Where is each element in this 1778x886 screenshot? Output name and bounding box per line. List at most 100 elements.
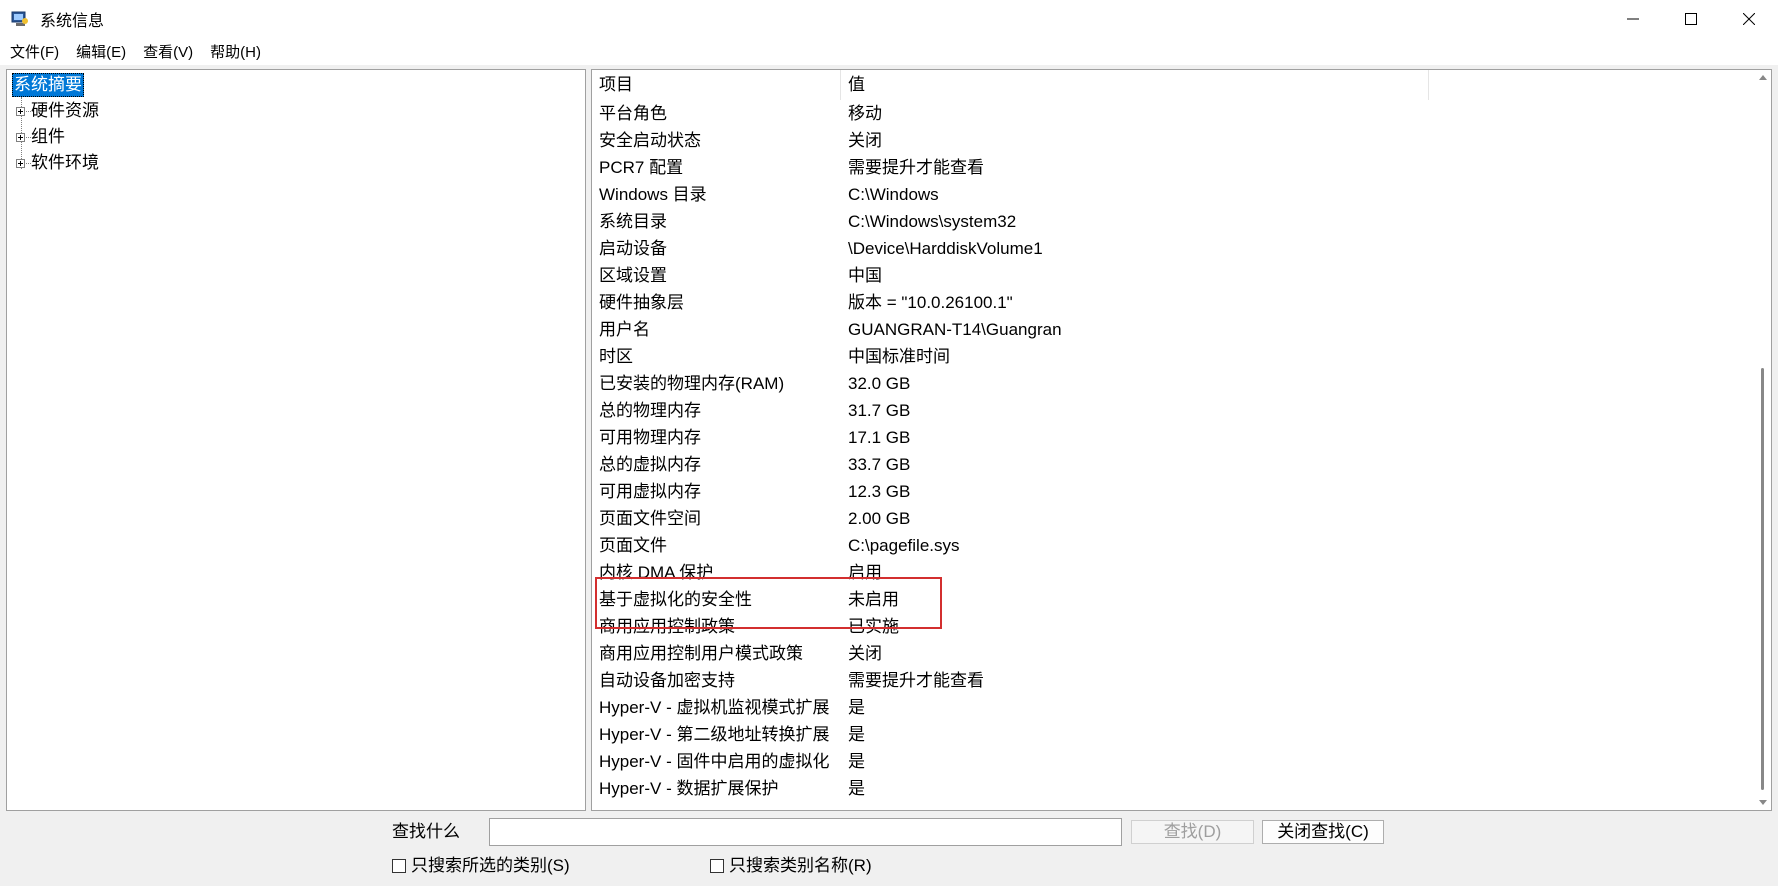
search-category-names-label: 只搜索类别名称(R): [729, 856, 872, 875]
find-button[interactable]: 查找(D): [1131, 820, 1254, 844]
table-row[interactable]: 安全启动状态 关闭: [592, 127, 1752, 154]
vertical-scrollbar[interactable]: [1755, 70, 1771, 810]
row-item: 总的物理内存: [599, 401, 701, 420]
list-rows: 平台角色 移动 安全启动状态 关闭 PCR7 配置 需要提升才能查看 Windows 目录 C…: [592, 100, 1752, 802]
row-item: 用户名: [599, 320, 650, 339]
minimize-button[interactable]: [1604, 0, 1662, 37]
tree-item-hardware-resources[interactable]: 硬件资源: [31, 99, 99, 123]
row-item: Windows 目录: [599, 185, 707, 204]
table-row[interactable]: 可用虚拟内存 12.3 GB: [592, 478, 1752, 505]
scroll-thumb[interactable]: [1761, 368, 1764, 790]
table-row[interactable]: Hyper-V - 虚拟机监视模式扩展是: [592, 694, 1752, 721]
find-what-label: 查找什么: [392, 822, 460, 841]
row-value: 12.3 GB: [848, 482, 911, 501]
row-value: GUANGRAN-T14\Guangran: [848, 320, 1062, 339]
row-value: 31.7 GB: [848, 401, 911, 420]
table-row[interactable]: 商用应用控制政策 已实施: [592, 613, 1752, 640]
search-selected-category-checkbox[interactable]: [392, 859, 406, 873]
table-row[interactable]: 时区 中国标准时间: [592, 343, 1752, 370]
search-selected-category-option[interactable]: 只搜索所选的类别(S): [392, 854, 570, 878]
window-title: 系统信息: [40, 12, 105, 30]
menu-view[interactable]: 查看(V): [143, 41, 193, 62]
table-row[interactable]: 用户名 GUANGRAN-T14\Guangran: [592, 316, 1752, 343]
table-row[interactable]: 页面文件空间 2.00 GB: [592, 505, 1752, 532]
details-list[interactable]: 项目 值 平台角色 移动 安全启动状态 关闭 PCR7 配置 需要提升才能查看 Window…: [591, 69, 1772, 811]
row-value: 需要提升才能查看: [848, 158, 984, 177]
row-item: PCR7 配置: [599, 158, 684, 177]
expand-icon[interactable]: [16, 159, 25, 168]
row-item: 商用应用控制用户模式政策: [599, 644, 803, 663]
menu-help[interactable]: 帮助(H): [210, 41, 261, 62]
expand-icon[interactable]: [16, 133, 25, 142]
category-tree[interactable]: 系统摘要 硬件资源 组件 软件环境: [6, 69, 586, 811]
table-row[interactable]: 硬件抽象层 版本 = "10.0.26100.1": [592, 289, 1752, 316]
tree-item-components[interactable]: 组件: [31, 125, 65, 149]
row-value: 启用: [848, 563, 882, 582]
table-row[interactable]: Hyper-V - 数据扩展保护 是: [592, 775, 1752, 802]
table-row[interactable]: Windows 目录 C:\Windows: [592, 181, 1752, 208]
table-row[interactable]: 总的物理内存 31.7 GB: [592, 397, 1752, 424]
table-row[interactable]: 启动设备 \Device\HarddiskVolume1: [592, 235, 1752, 262]
menu-file[interactable]: 文件(F): [10, 41, 59, 62]
table-row[interactable]: 系统目录 C:\Windows\system32: [592, 208, 1752, 235]
column-header-value[interactable]: 值: [841, 70, 1429, 100]
search-category-names-checkbox[interactable]: [710, 859, 724, 873]
row-value: 中国: [848, 266, 882, 285]
table-row[interactable]: PCR7 配置 需要提升才能查看: [592, 154, 1752, 181]
find-input[interactable]: [489, 818, 1122, 846]
table-row[interactable]: 区域设置 中国: [592, 262, 1752, 289]
close-find-button[interactable]: 关闭查找(C): [1262, 820, 1384, 844]
tree-item-software-environment[interactable]: 软件环境: [31, 151, 99, 175]
row-item: 总的虚拟内存: [599, 455, 701, 474]
row-value: 中国标准时间: [848, 347, 950, 366]
column-header-item[interactable]: 项目: [592, 70, 841, 100]
row-item: 页面文件: [599, 536, 667, 555]
row-value: 33.7 GB: [848, 455, 911, 474]
table-row[interactable]: Hyper-V - 第二级地址转换扩展是: [592, 721, 1752, 748]
scroll-up-icon[interactable]: [1759, 75, 1767, 80]
table-row[interactable]: 可用物理内存 17.1 GB: [592, 424, 1752, 451]
row-item: 区域设置: [599, 266, 667, 285]
row-item: Hyper-V - 数据扩展保护: [599, 779, 779, 798]
table-row[interactable]: 商用应用控制用户模式政策 关闭: [592, 640, 1752, 667]
row-value: 未启用: [848, 590, 899, 609]
row-item: 已安装的物理内存(RAM): [599, 374, 785, 393]
row-value: 32.0 GB: [848, 374, 911, 393]
table-row[interactable]: 内核 DMA 保护 启用: [592, 559, 1752, 586]
row-value: \Device\HarddiskVolume1: [848, 239, 1043, 258]
scroll-down-icon[interactable]: [1759, 800, 1767, 805]
row-value: C:\pagefile.sys: [848, 536, 960, 555]
table-row[interactable]: 自动设备加密支持 需要提升才能查看: [592, 667, 1752, 694]
row-item: 安全启动状态: [599, 131, 701, 150]
list-header: 项目 值: [592, 70, 1756, 100]
table-row[interactable]: Hyper-V - 固件中启用的虚拟化是: [592, 748, 1752, 775]
row-item: 平台角色: [599, 104, 667, 123]
row-value: 是: [848, 752, 865, 771]
row-item: 商用应用控制政策: [599, 617, 735, 636]
row-item: 内核 DMA 保护: [599, 563, 714, 582]
menu-edit[interactable]: 编辑(E): [76, 41, 126, 62]
table-row[interactable]: 总的虚拟内存 33.7 GB: [592, 451, 1752, 478]
row-value: C:\Windows\system32: [848, 212, 1017, 231]
row-item: 可用物理内存: [599, 428, 701, 447]
tree-item-system-summary[interactable]: 系统摘要: [12, 73, 84, 97]
table-row[interactable]: 页面文件 C:\pagefile.sys: [592, 532, 1752, 559]
row-item: Hyper-V - 虚拟机监视模式扩展: [599, 698, 830, 717]
search-category-names-option[interactable]: 只搜索类别名称(R): [710, 854, 872, 878]
row-value: C:\Windows: [848, 185, 939, 204]
table-row[interactable]: 平台角色 移动: [592, 100, 1752, 127]
row-item: 基于虚拟化的安全性: [599, 590, 752, 609]
maximize-button[interactable]: [1662, 0, 1720, 37]
menu-bar: 文件(F) 编辑(E) 查看(V) 帮助(H): [0, 37, 1778, 65]
row-value: 关闭: [848, 644, 882, 663]
row-item: 系统目录: [599, 212, 667, 231]
row-value: 是: [848, 698, 865, 717]
title-bar: 系统信息: [0, 0, 1778, 37]
close-button[interactable]: [1720, 0, 1778, 37]
row-value: 版本 = "10.0.26100.1": [848, 293, 1013, 312]
table-row[interactable]: 已安装的物理内存(RAM) 32.0 GB: [592, 370, 1752, 397]
expand-icon[interactable]: [16, 107, 25, 116]
row-value: 移动: [848, 104, 882, 123]
row-item: 时区: [599, 347, 633, 366]
table-row[interactable]: 基于虚拟化的安全性 未启用: [592, 586, 1752, 613]
